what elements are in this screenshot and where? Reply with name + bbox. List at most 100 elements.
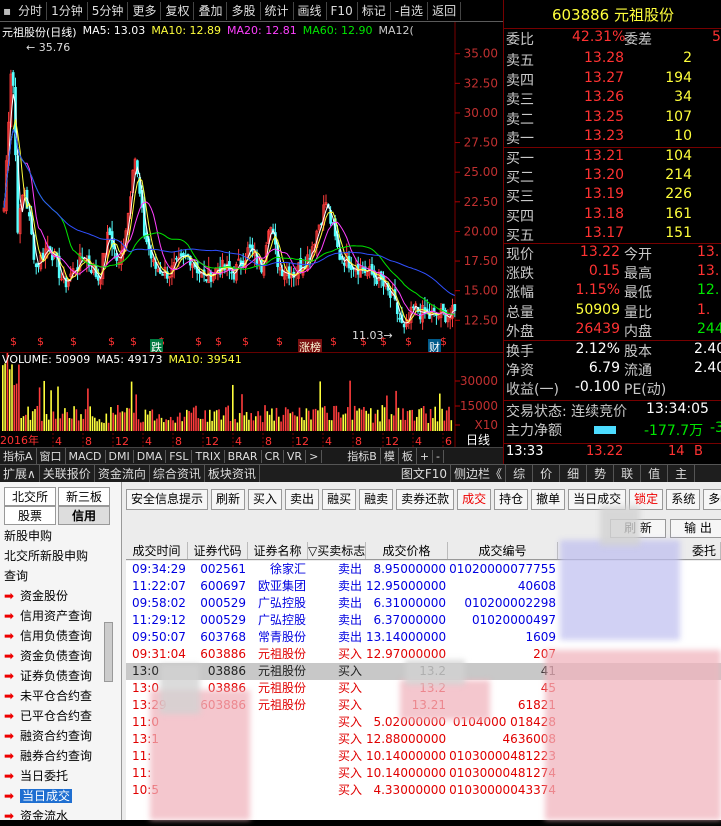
ind-dmi[interactable]: DMI [106,449,134,463]
cell-price: 6.37000000 [373,613,446,627]
tab-zhu[interactable]: 主 [668,465,696,482]
tab-sidebar[interactable]: 侧边栏《 [451,465,507,482]
ind-minus[interactable]: - [433,449,445,463]
buy-level-price[interactable]: 13.17 [584,225,624,241]
tree-item[interactable]: ➡ 融券合约查询 [0,746,118,766]
ind-fsl[interactable]: FSL [166,449,193,463]
btn-diejia[interactable]: 叠加 [194,1,228,20]
tab-sector[interactable]: 板块资讯 [205,465,260,482]
btn-fenshi[interactable]: 分时 [14,1,48,20]
export-button[interactable]: 输 出 [670,519,721,538]
ind-a[interactable]: 指标A [0,448,37,464]
toolbar-button[interactable]: 系统 [666,488,701,510]
tree-item[interactable]: ➡ 资金负债查询 [0,646,118,666]
tree-item[interactable]: ➡ 当日成交 [0,786,118,806]
toolbar-button[interactable]: 卖券还款 [396,488,455,510]
btn-more[interactable]: 更多 [128,1,162,20]
ind-ban[interactable]: 板 [399,448,417,464]
toolbar-button[interactable]: 持仓 [494,488,529,510]
btn-1min[interactable]: 1分钟 [47,1,88,20]
btn-tongji[interactable]: 统计 [261,1,294,20]
toolbar-button[interactable]: 刷新 [211,488,246,510]
btn-fuquan[interactable]: 复权 [161,1,195,20]
tab-zong[interactable]: 综 [506,465,534,482]
toolbar-button[interactable]: 成交 [457,488,492,510]
tab-xi[interactable]: 细 [560,465,588,482]
tree-item[interactable]: ➡ 信用资产查询 [0,606,118,626]
sell-level-price[interactable]: 13.23 [584,128,624,144]
tree-item[interactable]: ➡ 证券负债查询 [0,666,118,686]
ind-b[interactable]: 指标B [344,448,381,464]
toolbar-button[interactable]: 卖出 [285,488,320,510]
tree-item[interactable]: ➡ 资金流水 [0,806,118,826]
ind-trix[interactable]: TRIX [192,449,225,463]
ind-plus[interactable]: + [417,449,434,463]
buy-level-price[interactable]: 13.19 [584,186,624,202]
toolbar-button[interactable]: 安全信息提示 [126,488,209,510]
btn-5min[interactable]: 5分钟 [88,1,129,20]
tree-item[interactable]: ➡ 资金股份 [0,586,118,606]
btn-duogu[interactable]: 多股 [227,1,261,20]
tab-jia[interactable]: 价 [533,465,561,482]
stat-value-2: 13. [697,244,720,260]
buy-level-price[interactable]: 13.20 [584,167,624,183]
col-dealid[interactable]: 成交编号 [448,542,558,559]
toolbar-button[interactable]: 多帐号 [703,488,721,510]
tree-item[interactable]: ➡ 未平仓合约查 [0,686,118,706]
tree-item[interactable]: 新股申购 [0,526,118,546]
btn-biaoji[interactable]: 标记 [358,1,391,20]
col-price[interactable]: 成交价格 [366,542,448,559]
stat-label-2: 内盘 [624,324,652,340]
ind-vr[interactable]: VR [284,449,307,463]
tab-zhi[interactable]: 值 [641,465,669,482]
col-side[interactable]: ▽买卖标志 [308,542,366,559]
btn-huaxian[interactable]: 画线 [294,1,327,20]
toolbar-button[interactable]: 撤单 [531,488,566,510]
tab-fund-flow[interactable]: 资金流向 [95,465,150,482]
tab-credit[interactable]: 信用 [58,506,110,525]
ind-brar[interactable]: BRAR [225,449,262,463]
volume-bar [22,416,25,431]
ind-cr[interactable]: CR [262,449,284,463]
toolbar-button[interactable]: 融卖 [359,488,394,510]
tree-item[interactable]: 查询 [0,566,118,586]
tab-related[interactable]: 关联报价 [40,465,95,482]
ind-dma[interactable]: DMA [134,449,167,463]
period-label[interactable]: 日线 [463,431,494,448]
tree-item[interactable]: 北交所新股申购 [0,546,118,566]
sell-level-price[interactable]: 13.26 [584,89,624,105]
toolbar-button[interactable]: 买入 [248,488,283,510]
col-time[interactable]: 成交时间 [126,542,188,559]
col-name[interactable]: 证券名称 [248,542,308,559]
tree-item[interactable]: ➡ 融资合约查询 [0,726,118,746]
tree-scrollbar[interactable] [104,622,113,682]
ind-macd[interactable]: MACD [66,449,106,463]
tab-f10[interactable]: 图文F10 [398,465,452,482]
tab-expand[interactable]: 扩展∧ [0,465,40,482]
sell-level-price[interactable]: 13.25 [584,109,624,125]
tab-bjs[interactable]: 北交所 [4,487,56,506]
tab-news[interactable]: 综合资讯 [150,465,205,482]
tab-xinsanban[interactable]: 新三板 [58,487,110,506]
ind-more[interactable]: > [306,449,323,463]
btn-fanhui[interactable]: 返回 [428,1,462,20]
buy-level-price[interactable]: 13.18 [584,206,624,222]
kline-chart[interactable]: 35.00 32.50 30.00 27.50 25.00 22.50 20.00 17.50… [0,22,503,352]
ind-mo[interactable]: 模 [381,448,399,464]
buy-level-price[interactable]: 13.21 [584,148,624,164]
tab-stock[interactable]: 股票 [4,506,56,525]
volume-bar [18,364,20,431]
menu-icon[interactable]: ▪ [0,4,14,18]
col-code[interactable]: 证券代码 [188,542,248,559]
sell-level-price[interactable]: 13.28 [584,50,624,66]
tab-shi[interactable]: 势 [587,465,615,482]
tree-item[interactable]: ➡ 当日委托 [0,766,118,786]
tree-item[interactable]: ➡ 已平仓合约查 [0,706,118,726]
ind-window[interactable]: 窗口 [37,448,66,464]
btn-zixuan[interactable]: -自选 [391,1,429,20]
toolbar-button[interactable]: 融买 [322,488,357,510]
tree-item[interactable]: ➡ 信用负债查询 [0,626,118,646]
tab-lian[interactable]: 联 [614,465,642,482]
sell-level-price[interactable]: 13.27 [584,70,624,86]
btn-f10[interactable]: F10 [327,1,358,20]
